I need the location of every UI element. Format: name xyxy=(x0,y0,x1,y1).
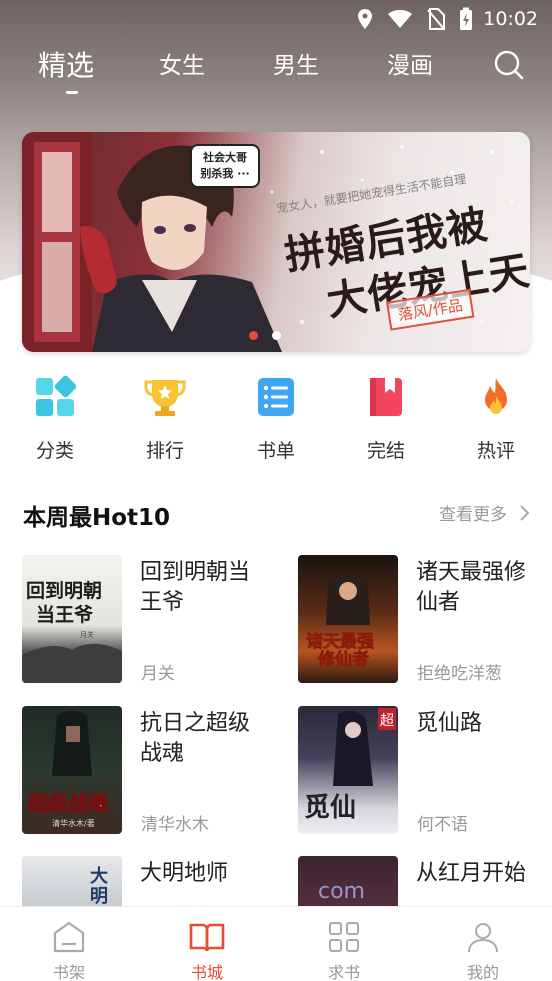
svg-text:诸天最强: 诸天最强 xyxy=(306,631,374,652)
bottom-nav: 书架 书城 求书 我的 xyxy=(0,906,552,981)
book-title: 从红月开始 xyxy=(416,861,527,886)
category-completed[interactable]: 完结 xyxy=(346,372,426,463)
svg-text:明: 明 xyxy=(90,886,108,907)
nav-bookstore[interactable]: 书城 xyxy=(157,907,257,981)
banner-dot xyxy=(272,331,281,340)
category-classify[interactable]: 分类 xyxy=(15,372,95,463)
category-label: 排行 xyxy=(145,440,184,462)
category-booklist[interactable]: 书单 xyxy=(236,372,316,463)
svg-text:觅仙: 觅仙 xyxy=(304,793,356,823)
tab-comics[interactable]: 漫画 xyxy=(387,46,433,80)
category-row: 分类 排行 书单 完结 热评 xyxy=(0,372,552,467)
hot-section-title: 本周最Hot10 xyxy=(23,505,171,531)
book-title: 回到明朝当王爷 xyxy=(140,560,251,615)
nav-label: 书城 xyxy=(190,963,223,981)
svg-text:月关: 月关 xyxy=(80,630,94,639)
chevron-right-icon[interactable] xyxy=(519,504,531,526)
list-icon xyxy=(255,376,297,418)
svg-text:超级战魂: 超级战魂 xyxy=(27,791,108,815)
svg-text:com: com xyxy=(318,879,365,904)
book-title: 觅仙路 xyxy=(416,711,483,736)
trophy-icon xyxy=(144,376,186,418)
book-cover: 超级战魂 清华水木/著 xyxy=(22,706,122,834)
tab-male[interactable]: 男生 xyxy=(273,46,319,80)
tab-featured[interactable]: 精选 xyxy=(38,44,94,84)
book-author: 何不语 xyxy=(417,815,468,835)
no-sim-icon xyxy=(427,8,446,30)
search-icon[interactable] xyxy=(493,49,525,81)
nav-label: 书架 xyxy=(52,963,85,981)
category-ranking[interactable]: 排行 xyxy=(125,372,205,463)
book-title: 大明地师 xyxy=(140,861,229,886)
svg-text:回到明朝: 回到明朝 xyxy=(26,580,102,602)
grid-icon xyxy=(34,375,77,418)
user-icon xyxy=(465,919,501,955)
svg-text:修仙者: 修仙者 xyxy=(317,649,369,670)
battery-charging-icon xyxy=(459,7,473,31)
book-author: 月关 xyxy=(141,664,175,684)
book-cover: 诸天最强 修仙者 xyxy=(298,555,398,683)
book-author: 拒绝吃洋葱 xyxy=(417,664,502,684)
category-label: 热评 xyxy=(476,440,515,462)
status-time: 10:02 xyxy=(483,8,538,30)
book-author: 清华水木 xyxy=(141,815,209,835)
svg-text:超: 超 xyxy=(380,713,394,729)
book-title: 诸天最强修仙者 xyxy=(416,560,527,615)
nav-request-book[interactable]: 求书 xyxy=(294,907,394,981)
book-cover: 回到明朝 当王爷 月关 xyxy=(22,555,122,683)
book-card[interactable]: 超 觅仙 觅仙路 何不语 xyxy=(298,706,552,836)
open-book-icon xyxy=(189,919,225,955)
svg-text:大: 大 xyxy=(90,865,108,887)
apps-grid-icon xyxy=(326,919,362,955)
book-cover: 超 觅仙 xyxy=(298,706,398,834)
svg-text:清华水木/著: 清华水木/著 xyxy=(52,818,95,828)
tab-female[interactable]: 女生 xyxy=(159,46,205,80)
nav-label: 我的 xyxy=(466,963,499,981)
wifi-icon xyxy=(387,9,413,29)
view-more-link[interactable]: 查看更多 xyxy=(439,500,507,525)
book-card[interactable]: 回到明朝 当王爷 月关 回到明朝当王爷 月关 xyxy=(22,555,282,685)
book-title: 抗日之超级战魂 xyxy=(140,711,251,766)
bookmark-book-icon xyxy=(365,376,407,418)
tab-indicator xyxy=(66,91,78,94)
top-tabs: 精选 女生 男生 漫画 xyxy=(0,40,552,100)
nav-label: 求书 xyxy=(327,963,360,981)
shelf-icon xyxy=(51,919,87,955)
flame-icon xyxy=(475,376,517,418)
speech-bubble: 社会大哥 别杀我 ··· xyxy=(190,144,260,188)
category-label: 分类 xyxy=(35,440,74,462)
category-label: 书单 xyxy=(256,440,295,462)
nav-profile[interactable]: 我的 xyxy=(433,907,533,981)
nav-bookshelf[interactable]: 书架 xyxy=(19,907,119,981)
banner-dot-active xyxy=(249,331,258,340)
book-card[interactable]: 超级战魂 清华水木/著 抗日之超级战魂 清华水木 xyxy=(22,706,282,836)
svg-text:当王爷: 当王爷 xyxy=(36,603,94,626)
status-bar: 10:02 xyxy=(0,0,552,38)
category-label: 完结 xyxy=(366,440,405,462)
category-hot-review[interactable]: 热评 xyxy=(456,372,536,463)
location-icon xyxy=(357,8,373,30)
book-card[interactable]: 诸天最强 修仙者 诸天最强修仙者 拒绝吃洋葱 xyxy=(298,555,552,685)
promo-banner[interactable]: 社会大哥 别杀我 ··· 宠女人，就要把她宠得生活不能自理 拼婚后我被 大佬宠上天… xyxy=(22,132,530,352)
book-store-screen: 10:02 精选 女生 男生 漫画 社会大哥 别杀我 ··· 宠女人，就要把她宠… xyxy=(0,0,552,981)
